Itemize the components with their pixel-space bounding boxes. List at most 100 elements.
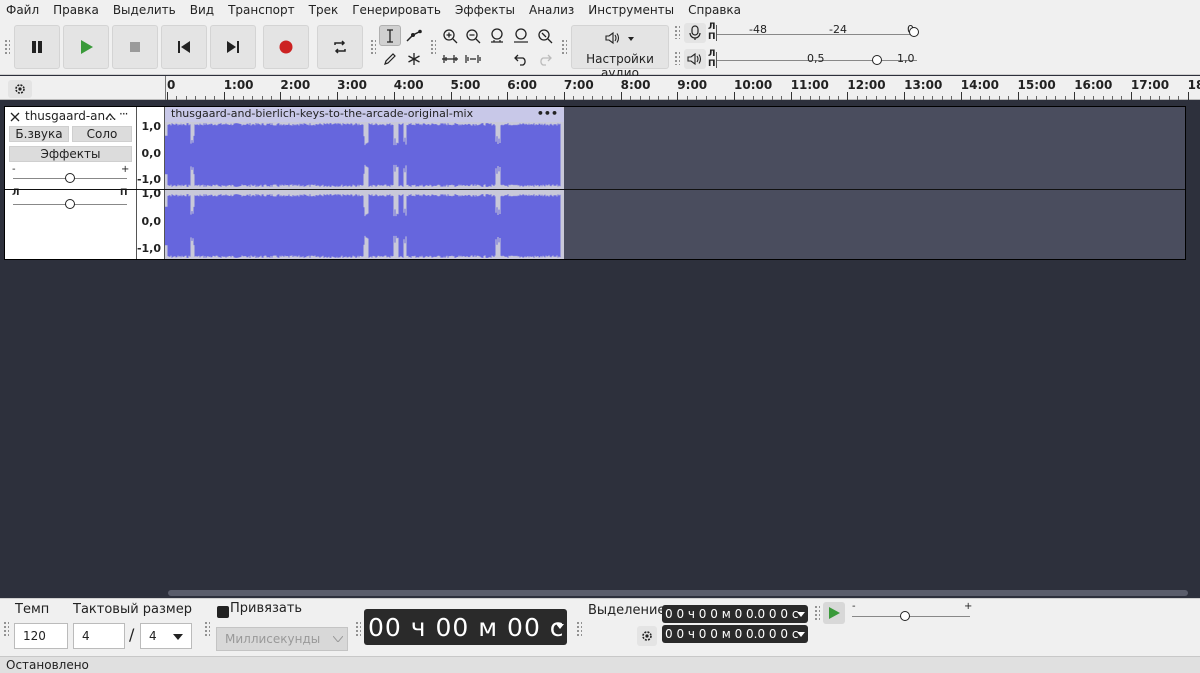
stop-icon	[130, 42, 140, 52]
menu-select[interactable]: Выделить	[113, 3, 176, 17]
time-signature-numerator[interactable]: 4	[73, 623, 125, 649]
bottom-grip-time[interactable]	[355, 621, 361, 637]
audio-setup-button[interactable]: Настройки аудио	[571, 25, 669, 80]
bottom-grip-snap[interactable]	[204, 621, 210, 637]
menu-analyze[interactable]: Анализ	[529, 3, 574, 17]
gain-slider-thumb[interactable]	[65, 173, 75, 183]
timeline-tick-mark	[1017, 92, 1019, 100]
bottom-grip-playspeed[interactable]	[814, 605, 820, 621]
playback-meter-button[interactable]	[684, 49, 706, 69]
loop-button[interactable]	[317, 25, 363, 69]
effects-button[interactable]: Эффекты	[9, 146, 132, 162]
timeline-ruler[interactable]: 0 1:00 2:00 3:00 4:00 5:00 6:00 7:00 8:00 9:00 10:…	[0, 76, 1200, 100]
audio-clip[interactable]: thusgaard-and-bierlich-keys-to-the-arcad…	[165, 107, 564, 259]
collapse-icon[interactable]	[105, 112, 115, 120]
skip-start-icon	[178, 41, 190, 53]
silence-audio-button[interactable]	[462, 48, 484, 69]
audio-track[interactable]: thusgaard-an... ··· Б.звука Соло Эффекты…	[4, 106, 1186, 260]
record-button[interactable]	[263, 25, 309, 69]
menu-effects[interactable]: Эффекты	[455, 3, 515, 17]
menu-transport[interactable]: Транспорт	[228, 3, 295, 17]
playback-meter-tick-05: 0,5	[807, 52, 825, 65]
timeline-tick-label: 3:00	[337, 78, 367, 92]
track-control-panel: thusgaard-an... ··· Б.звука Соло Эффекты…	[5, 107, 137, 259]
playback-meter[interactable]: 0,5 1,0	[716, 52, 917, 68]
selection-tool-button[interactable]	[379, 25, 401, 46]
menu-tools[interactable]: Инструменты	[588, 3, 674, 17]
vruler-top-m1: -1,0	[136, 173, 161, 186]
menu-help[interactable]: Справка	[688, 3, 741, 17]
toolbar: Настройки аудио ЛП -48 -24 0 ЛП 0,5 1,0	[0, 19, 1200, 80]
trim-audio-button[interactable]	[439, 48, 461, 69]
record-meter-button[interactable]	[684, 23, 706, 43]
horizontal-scrollbar[interactable]	[168, 590, 1188, 596]
zoom-out-button[interactable]	[462, 25, 484, 46]
solo-button[interactable]: Соло	[72, 126, 132, 142]
snap-checkbox[interactable]	[217, 606, 229, 618]
play-speed-slider-track[interactable]	[852, 616, 970, 617]
menu-file[interactable]: Файл	[6, 3, 39, 17]
zoom-toggle-button[interactable]	[534, 25, 556, 46]
envelope-tool-button[interactable]	[403, 25, 425, 46]
tempo-input[interactable]: 120	[14, 623, 68, 649]
mute-button[interactable]: Б.звука	[9, 126, 69, 142]
record-level-thumb[interactable]	[909, 27, 919, 37]
time-signature-label: Тактовый размер	[73, 602, 192, 617]
menu-tracks[interactable]: Трек	[309, 3, 339, 17]
clip-header[interactable]: thusgaard-and-bierlich-keys-to-the-arcad…	[165, 107, 564, 122]
pause-button[interactable]	[14, 25, 60, 69]
toolbar-grip-tools[interactable]	[370, 39, 376, 55]
loop-icon	[334, 40, 346, 54]
zoom-in-button[interactable]	[439, 25, 461, 46]
pause-icon	[32, 41, 42, 53]
track-menu-icon[interactable]: ···	[119, 107, 129, 121]
toolbar-grip-edit[interactable]	[430, 39, 436, 55]
stop-button[interactable]	[112, 25, 158, 69]
fit-selection-button[interactable]	[486, 25, 508, 46]
undo-button[interactable]	[510, 48, 532, 69]
playback-volume-thumb[interactable]	[872, 55, 882, 65]
play-at-speed-button[interactable]	[823, 602, 845, 624]
record-meter[interactable]: -48 -24 0	[716, 23, 919, 41]
snap-unit-select[interactable]: Миллисекунды	[216, 627, 348, 651]
toolbar-grip-meter-play[interactable]	[674, 51, 680, 65]
menu-view[interactable]: Вид	[190, 3, 214, 17]
record-meter-tick-48: -48	[749, 23, 767, 36]
time-signature-denominator[interactable]: 4	[140, 623, 192, 649]
vertical-ruler[interactable]: 1,0 0,0 -1,0 1,0 0,0 -1,0	[137, 107, 165, 259]
menu-edit[interactable]: Правка	[53, 3, 99, 17]
status-bar: Остановлено	[0, 656, 1200, 673]
timeline-settings-button[interactable]	[8, 80, 32, 98]
menu-generate[interactable]: Генерировать	[352, 3, 441, 17]
pan-slider-thumb[interactable]	[65, 199, 75, 209]
selection-end-time[interactable]: 0 0 ч 0 0 м 0 0.0 0 0 с	[662, 625, 808, 643]
menu-bar: Файл Правка Выделить Вид Транспорт Трек …	[0, 0, 1200, 19]
pencil-icon	[384, 52, 396, 65]
toolbar-grip-meter-rec[interactable]	[674, 25, 680, 39]
selection-settings-button[interactable]	[637, 626, 657, 646]
playback-meter-tick-10: 1,0	[897, 52, 915, 65]
multi-tool-button[interactable]	[403, 48, 425, 69]
draw-tool-button[interactable]	[379, 48, 401, 69]
clip-menu-icon[interactable]: •••	[537, 107, 558, 120]
time-display[interactable]: 00 ч 00 м 00 с	[364, 609, 567, 645]
gear-icon	[642, 631, 652, 641]
toolbar-grip-audio[interactable]	[561, 39, 567, 55]
zoom-toggle-icon	[538, 28, 553, 43]
skip-to-end-button[interactable]	[210, 25, 256, 69]
bottom-grip-tempo[interactable]	[3, 621, 9, 637]
bottom-grip-selection[interactable]	[576, 621, 582, 637]
toolbar-grip[interactable]	[4, 39, 10, 55]
redo-button[interactable]	[534, 48, 556, 69]
timeline-tick-mark	[1187, 92, 1189, 100]
selection-start-value: 0 0 ч 0 0 м 0 0.0 0 0 с	[665, 607, 799, 621]
play-button[interactable]	[63, 25, 109, 69]
fit-project-button[interactable]	[510, 25, 532, 46]
timeline-tick-label: 1:00	[223, 78, 254, 92]
play-speed-thumb[interactable]	[900, 611, 910, 621]
selection-start-time[interactable]: 0 0 ч 0 0 м 0 0.0 0 0 с	[662, 605, 808, 623]
skip-to-start-button[interactable]	[161, 25, 207, 69]
track-name[interactable]: thusgaard-an...	[25, 109, 117, 123]
timeline-tick-label: 5:00	[450, 78, 481, 92]
close-icon[interactable]	[10, 112, 20, 122]
